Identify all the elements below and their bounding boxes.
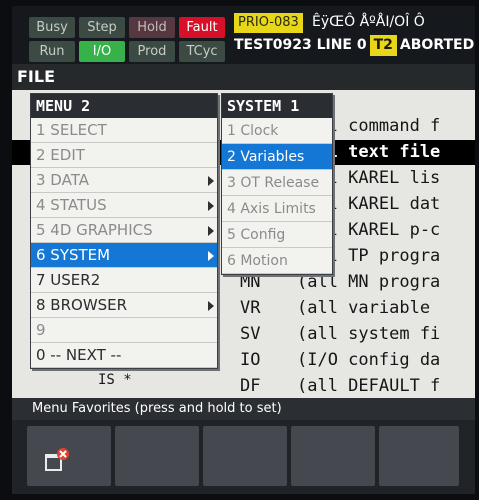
menu-item-label: 4 STATUS: [36, 196, 107, 214]
menu-item-data[interactable]: 3 DATA: [31, 168, 217, 193]
menu-item-system[interactable]: 6 SYSTEM: [31, 243, 217, 268]
step-indicator: Step: [79, 17, 125, 38]
favorite-key-3[interactable]: [203, 426, 287, 486]
hidden-file-code: IS *: [98, 372, 132, 388]
chevron-right-icon: [208, 201, 214, 211]
favorite-key-1[interactable]: [27, 426, 111, 486]
main-menu-title: MENU 2: [31, 94, 217, 118]
chevron-right-icon: [208, 251, 214, 261]
menu-item-next[interactable]: 0 -- NEXT --: [31, 343, 217, 368]
hold-indicator: Hold: [129, 17, 175, 38]
menu-item-user2[interactable]: 7 USER2: [31, 268, 217, 293]
chevron-right-icon: [208, 226, 214, 236]
main-menu-popup: MENU 2 1 SELECT 2 EDIT 3 DATA 4 STATUS 5…: [30, 93, 218, 369]
alarm-message: ÊÿŒÔ ÅºÅI/OÎ Ô: [312, 14, 425, 30]
prod-indicator: Prod: [129, 41, 175, 62]
menu-item-4d-graphics[interactable]: 5 4D GRAPHICS: [31, 218, 217, 243]
system-submenu-popup: SYSTEM 1 1 Clock 2 Variables 3 OT Releas…: [221, 93, 333, 275]
file-type-row[interactable]: IS * DF (all DEFAULT f: [12, 372, 475, 399]
file-type-code: IO: [240, 350, 261, 370]
tcyc-indicator: TCyc: [179, 41, 225, 62]
submenu-item-variables[interactable]: 2 Variables: [222, 144, 332, 170]
submenu-item-clock[interactable]: 1 Clock: [222, 118, 332, 144]
busy-indicator: Busy: [29, 17, 75, 38]
teach-pendant-screen: Busy Step Hold Fault Run I/O Prod TCyc P…: [12, 6, 475, 494]
run-indicator: Run: [29, 41, 75, 62]
chevron-right-icon: [208, 301, 214, 311]
menu-item-select[interactable]: 1 SELECT: [31, 118, 217, 143]
menu-item-label: 5 4D GRAPHICS: [36, 221, 153, 239]
menu-item-label: 6 SYSTEM: [36, 246, 111, 264]
execution-state: ABORTED: [399, 37, 475, 53]
menu-item-status[interactable]: 4 STATUS: [31, 193, 217, 218]
system-submenu-title: SYSTEM 1: [222, 94, 332, 118]
favorite-key-5[interactable]: [379, 426, 459, 486]
menu-item-label: 8 BROWSER: [36, 296, 128, 314]
window-close-badge-icon: [45, 448, 69, 471]
io-indicator: I/O: [79, 41, 125, 62]
status-bar: Busy Step Hold Fault Run I/O Prod TCyc P…: [12, 6, 475, 64]
submenu-item-ot-release[interactable]: 3 OT Release: [222, 170, 332, 196]
program-status-line: TEST0923 LINE 0 T2 ABORTED: [234, 35, 474, 56]
chevron-right-icon: [208, 176, 214, 186]
file-type-code: VR: [240, 298, 261, 318]
menu-item-edit[interactable]: 2 EDIT: [31, 143, 217, 168]
file-type-desc: (all DEFAULT f: [297, 376, 441, 396]
screen-title: FILE: [12, 64, 475, 90]
file-type-desc: (all variable: [297, 298, 431, 318]
file-type-code: DF: [240, 376, 261, 396]
submenu-item-config[interactable]: 5 Config: [222, 222, 332, 248]
mode-badge: T2: [369, 35, 397, 56]
fault-indicator: Fault: [179, 17, 225, 38]
file-type-desc: (I/O config da: [297, 350, 441, 370]
menu-favorites-bar: Menu Favorites (press and hold to set): [12, 398, 475, 420]
menu-item-9[interactable]: 9: [31, 318, 217, 343]
function-key-bar: [12, 420, 475, 494]
menu-item-browser[interactable]: 8 BROWSER: [31, 293, 217, 318]
alarm-code-badge: PRIO-083: [234, 13, 303, 33]
submenu-item-axis-limits[interactable]: 4 Axis Limits: [222, 196, 332, 222]
menu-item-label: 3 DATA: [36, 171, 89, 189]
favorite-key-2[interactable]: [115, 426, 199, 486]
file-type-code: SV: [240, 324, 261, 344]
file-type-desc: (all system fi: [297, 324, 441, 344]
favorite-key-4[interactable]: [291, 426, 375, 486]
submenu-item-motion[interactable]: 6 Motion: [222, 248, 332, 274]
program-name: TEST0923 LINE 0: [234, 37, 367, 53]
